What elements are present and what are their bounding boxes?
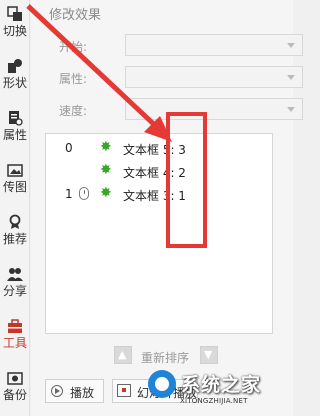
move-down-button[interactable]: ▼: [200, 346, 218, 364]
arrow-down-icon: ▼: [204, 348, 213, 361]
effect-star-icon: ✸: [100, 162, 112, 178]
sidebar-item-toolbox[interactable]: 工具: [0, 312, 30, 364]
effect-star-icon: ✸: [100, 139, 112, 155]
sidebar-item-label: 切换: [2, 24, 27, 38]
speed-select[interactable]: [125, 98, 303, 120]
sidebar-item-label: 分享: [2, 284, 27, 298]
share-icon: [7, 268, 23, 281]
annotation-highlight-box: [166, 112, 207, 248]
chevron-down-icon: [287, 43, 295, 48]
sidebar-item-recommend[interactable]: 推荐: [0, 208, 30, 260]
slideshow-icon: [117, 384, 131, 397]
section-title: 修改效果: [49, 8, 102, 23]
sidebar: 切换 形状 属性 传图 推荐 分享 工具 备份: [0, 0, 30, 416]
order-number: 1: [65, 187, 73, 201]
arrow-up-icon: ▲: [118, 348, 127, 361]
toolbox-icon: [8, 319, 22, 333]
move-up-button[interactable]: ▲: [114, 346, 132, 364]
backup-icon: [7, 372, 23, 385]
play-button[interactable]: 播放: [45, 379, 104, 403]
property-select[interactable]: [125, 66, 303, 88]
sidebar-item-label: 工具: [2, 336, 27, 350]
shape-icon: [8, 59, 22, 73]
sidebar-item-shape[interactable]: 形状: [0, 52, 30, 104]
sidebar-item-properties[interactable]: 属性: [0, 104, 30, 156]
watermark-logo-icon: [148, 370, 176, 398]
play-icon: [51, 385, 63, 397]
sidebar-item-label: 传图: [2, 180, 27, 194]
sidebar-item-label: 属性: [2, 128, 27, 142]
recommend-icon: [9, 214, 21, 229]
effect-star-icon: ✸: [100, 185, 112, 201]
mouse-click-icon: [79, 187, 89, 200]
reorder-controls: ▲ 重新排序 ▼: [114, 346, 218, 366]
switch-icon: [7, 6, 22, 21]
sidebar-item-label: 备份: [2, 388, 27, 402]
play-label: 播放: [70, 386, 95, 400]
sidebar-item-share[interactable]: 分享: [0, 260, 30, 312]
order-number: 0: [65, 141, 73, 155]
list-item[interactable]: 0 ✸ 文本框 5: 3: [46, 137, 274, 157]
sidebar-item-switch[interactable]: 切换: [0, 0, 30, 52]
sidebar-item-label: 推荐: [2, 232, 27, 246]
sidebar-item-upload-image[interactable]: 传图: [0, 156, 30, 208]
list-item[interactable]: ✸ 文本框 4: 2: [46, 160, 274, 180]
speed-label: 速度:: [59, 104, 88, 118]
list-item[interactable]: 1 ✸ 文本框 3: 1: [46, 183, 274, 203]
animation-list[interactable]: 0 ✸ 文本框 5: 3 ✸ 文本框 4: 2 1 ✸ 文本框 3: 1: [45, 133, 273, 334]
start-label: 开始:: [59, 40, 88, 54]
chevron-down-icon: [287, 75, 295, 80]
watermark-url: XITONGZHIJIA.NET: [180, 397, 248, 405]
watermark: 系统之家 XITONGZHIJIA.NET: [146, 366, 293, 416]
watermark-title: 系统之家: [181, 374, 262, 396]
reorder-label: 重新排序: [141, 351, 190, 365]
property-label: 属性:: [59, 72, 88, 86]
sidebar-item-label: 形状: [2, 76, 27, 90]
sidebar-item-backup[interactable]: 备份: [0, 364, 30, 416]
properties-icon: [9, 111, 23, 126]
start-select[interactable]: [125, 34, 303, 56]
chevron-down-icon: [287, 107, 295, 112]
upload-image-icon: [7, 164, 23, 177]
